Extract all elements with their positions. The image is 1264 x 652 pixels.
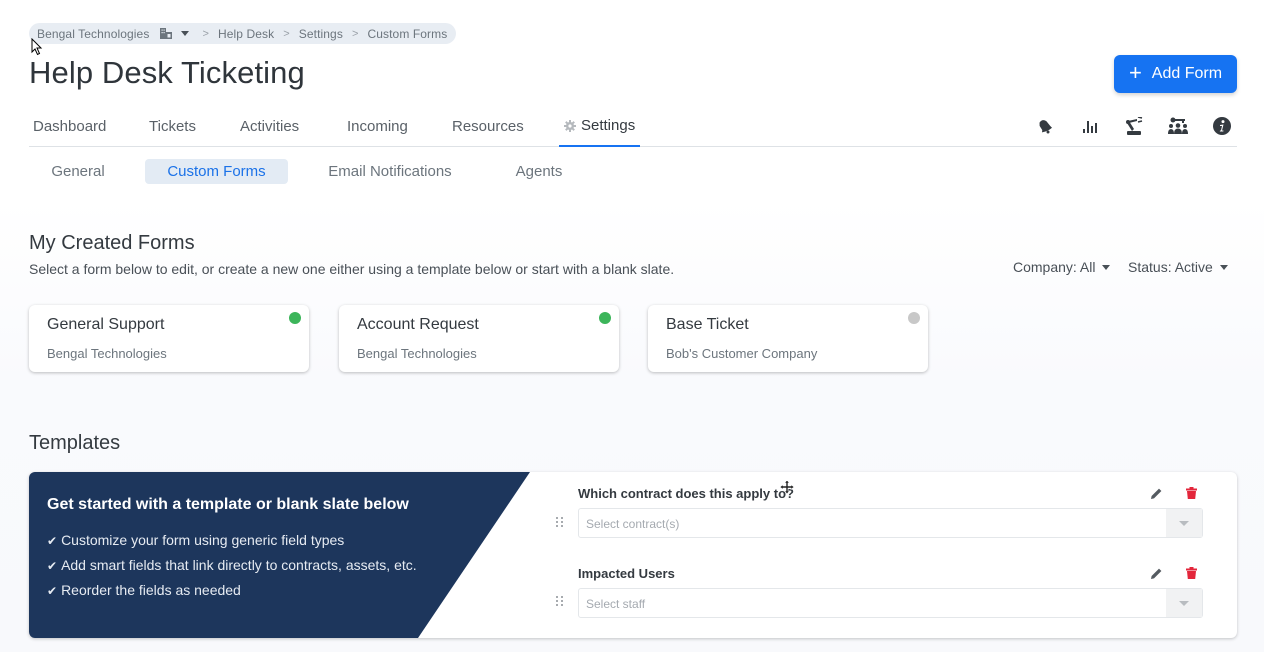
form-name: Account Request [357, 316, 479, 333]
staff-select[interactable]: Select staff [578, 588, 1203, 618]
status-filter-dropdown[interactable]: Status: Active [1128, 259, 1228, 275]
tab-tickets[interactable]: Tickets [149, 108, 196, 147]
form-card[interactable]: Account Request Bengal Technologies [339, 305, 619, 372]
subtab-label: Email Notifications [328, 163, 452, 180]
promo-item-text: Add smart fields that link directly to c… [61, 557, 417, 573]
page-title: Help Desk Ticketing [29, 55, 305, 90]
tab-resources[interactable]: Resources [452, 108, 524, 147]
users-key-icon[interactable] [1166, 114, 1190, 138]
pencil-icon[interactable] [1148, 485, 1164, 501]
form-company: Bengal Technologies [47, 346, 167, 361]
move-cursor-icon [780, 480, 794, 494]
subtab-label: General [51, 163, 105, 180]
tab-label: Resources [452, 118, 524, 135]
promo-item-text: Reorder the fields as needed [61, 582, 241, 598]
tab-label: Activities [240, 118, 300, 135]
status-dot-inactive [908, 312, 920, 324]
trash-icon[interactable] [1183, 565, 1199, 581]
field-label: Impacted Users [578, 566, 675, 581]
breadcrumb-settings[interactable]: Settings [299, 27, 343, 41]
form-name: Base Ticket [666, 316, 749, 333]
templates-title: Templates [29, 432, 121, 454]
subtab-label: Agents [515, 163, 563, 180]
company-filter-label: Company: All [1013, 259, 1096, 275]
promo-item: ✔ Reorder the fields as needed [47, 582, 241, 598]
form-company: Bengal Technologies [357, 346, 477, 361]
promo-title: Get started with a template or blank sla… [47, 496, 409, 513]
form-card[interactable]: General Support Bengal Technologies [29, 305, 309, 372]
dropdown-arrow-icon [1166, 509, 1202, 537]
breadcrumb-company[interactable]: Bengal Technologies [37, 27, 149, 41]
tab-label: Tickets [149, 118, 196, 135]
status-filter-label: Status: Active [1128, 259, 1213, 275]
info-icon[interactable] [1210, 114, 1234, 138]
plus-icon: + [1128, 60, 1142, 85]
pencil-icon[interactable] [1148, 565, 1164, 581]
building-icon[interactable] [160, 28, 173, 39]
subtab-label: Custom Forms [167, 163, 266, 180]
field-label: Which contract does this apply to? [578, 486, 794, 501]
select-placeholder: Select contract(s) [586, 517, 680, 531]
breadcrumb: Bengal Technologies > Help Desk > Settin… [29, 23, 457, 44]
status-dot-active [599, 312, 611, 324]
status-dot-active [289, 312, 301, 324]
subtab-email-notifications[interactable]: Email Notifications [311, 159, 469, 184]
breadcrumb-help-desk[interactable]: Help Desk [218, 27, 274, 41]
form-name: General Support [47, 316, 165, 333]
tab-dashboard[interactable]: Dashboard [33, 108, 106, 147]
drag-handle-icon[interactable] [554, 516, 566, 528]
breadcrumb-custom-forms: Custom Forms [367, 26, 448, 41]
contract-select[interactable]: Select contract(s) [578, 508, 1203, 538]
blank-template-card[interactable]: Get started with a template or blank sla… [29, 472, 1237, 638]
add-form-label: Add Form [1151, 65, 1223, 82]
tab-incoming[interactable]: Incoming [347, 108, 408, 147]
toolbar-icons [1030, 114, 1240, 138]
bar-chart-icon[interactable] [1078, 114, 1102, 138]
chevron-right-icon: > [283, 27, 290, 40]
subtab-custom-forms[interactable]: Custom Forms [145, 159, 288, 184]
checkmark-icon: ✔ [47, 559, 58, 573]
dropdown-arrow-icon [1166, 589, 1202, 617]
caret-down-icon [1102, 264, 1111, 270]
gear-icon [564, 119, 576, 132]
tab-label: Incoming [347, 118, 408, 135]
my-forms-title: My Created Forms [29, 232, 195, 254]
form-card[interactable]: Base Ticket Bob's Customer Company [648, 305, 928, 372]
chevron-right-icon: > [202, 27, 209, 40]
form-company: Bob's Customer Company [666, 346, 818, 361]
tab-label: Settings [581, 117, 636, 134]
drag-handle-icon[interactable] [554, 595, 566, 607]
tab-settings[interactable]: Settings [559, 108, 640, 147]
select-placeholder: Select staff [586, 597, 646, 611]
robot-arm-icon[interactable] [1122, 114, 1146, 138]
company-filter-dropdown[interactable]: Company: All [1013, 259, 1111, 275]
promo-item-text: Customize your form using generic field … [61, 532, 345, 548]
my-forms-description: Select a form below to edit, or create a… [29, 261, 675, 277]
add-form-button[interactable]: + Add Form [1114, 55, 1237, 93]
bell-icon[interactable] [1033, 114, 1057, 138]
checkmark-icon: ✔ [47, 534, 58, 548]
caret-down-icon [1219, 264, 1228, 270]
checkmark-icon: ✔ [47, 584, 58, 598]
subtab-general[interactable]: General [29, 159, 127, 184]
mouse-cursor-icon [31, 38, 43, 56]
promo-item: ✔ Customize your form using generic field… [47, 532, 344, 548]
chevron-right-icon: > [351, 27, 359, 40]
promo-item: ✔ Add smart fields that link directly to … [47, 557, 417, 573]
tab-activities[interactable]: Activities [240, 108, 299, 147]
tab-label: Dashboard [33, 118, 107, 135]
trash-icon[interactable] [1183, 485, 1199, 501]
subtab-agents[interactable]: Agents [494, 159, 584, 184]
company-dropdown-caret-icon[interactable] [181, 31, 190, 36]
